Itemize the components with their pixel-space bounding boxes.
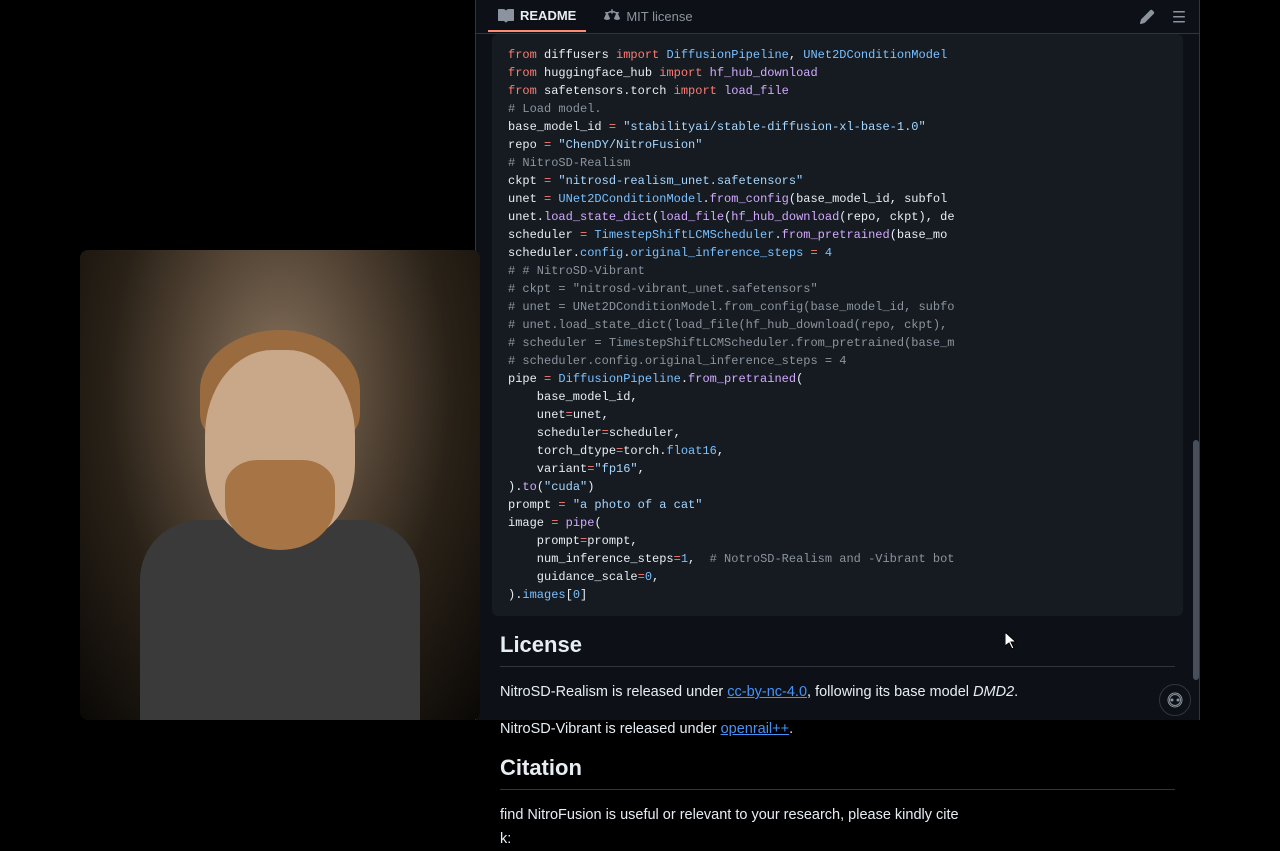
tab-license[interactable]: MIT license xyxy=(594,2,702,32)
license-heading: License xyxy=(500,632,1175,667)
tab-license-label: MIT license xyxy=(626,9,692,24)
citation-heading: Citation xyxy=(500,755,1175,790)
scrollbar-thumb[interactable] xyxy=(1193,440,1199,680)
license-realism-text: NitroSD-Realism is released under cc-by-… xyxy=(500,681,1175,704)
tab-readme[interactable]: README xyxy=(488,2,586,32)
readme-panel: README MIT license from diffusers import… xyxy=(475,0,1200,720)
license-vibrant-text: NitroSD-Vibrant is released under openra… xyxy=(500,718,1175,741)
book-icon xyxy=(498,8,514,24)
scrollbar-track[interactable] xyxy=(1193,0,1199,720)
license-link-cc[interactable]: cc-by-nc-4.0 xyxy=(727,684,807,700)
law-icon xyxy=(604,9,620,25)
pencil-icon[interactable] xyxy=(1139,9,1155,25)
citation-text: find NitroFusion is useful or relevant t… xyxy=(500,804,1175,850)
tabs-bar: README MIT license xyxy=(476,0,1199,34)
code-block: from diffusers import DiffusionPipeline,… xyxy=(492,34,1183,616)
license-link-openrail[interactable]: openrail++ xyxy=(721,721,790,737)
mouse-cursor xyxy=(1005,632,1019,655)
assist-bubble[interactable] xyxy=(1159,684,1191,716)
copilot-icon xyxy=(1167,692,1183,708)
list-icon[interactable] xyxy=(1171,9,1187,25)
person-silhouette xyxy=(140,320,420,720)
tab-readme-label: README xyxy=(520,8,576,23)
webcam-overlay xyxy=(80,250,480,720)
